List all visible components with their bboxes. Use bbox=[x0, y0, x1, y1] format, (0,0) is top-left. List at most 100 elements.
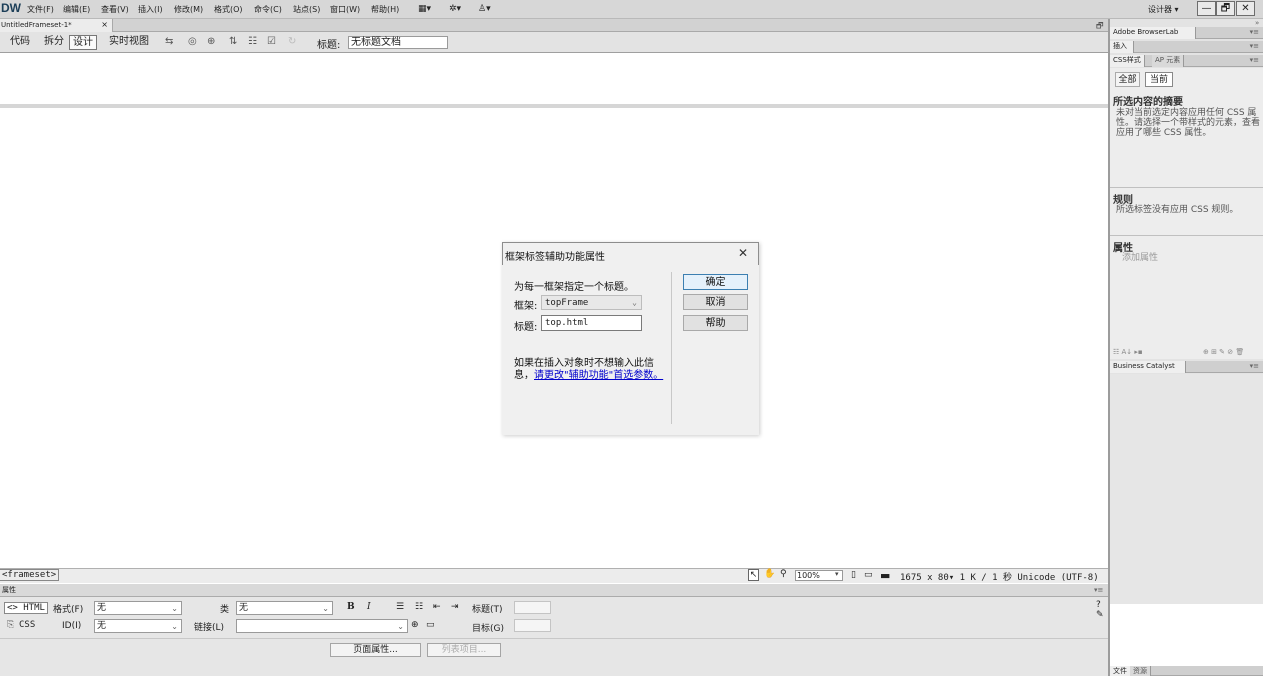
current-button[interactable]: 当前 bbox=[1145, 72, 1173, 87]
properties-panel-header: 属性 bbox=[0, 584, 1108, 597]
document-tab[interactable]: UntitledFrameset-1* × bbox=[0, 19, 113, 32]
help-button[interactable]: 帮助 bbox=[683, 315, 748, 331]
close-window-button[interactable]: ✕ bbox=[1236, 1, 1255, 16]
format-select[interactable]: 无 ⌄ bbox=[94, 601, 182, 615]
multiscreen-icon[interactable]: ◎ bbox=[188, 36, 197, 47]
top-frame[interactable] bbox=[0, 55, 1108, 108]
assets-tab[interactable]: 资源 bbox=[1130, 666, 1151, 676]
browse-folder-icon[interactable]: ▭ bbox=[426, 620, 435, 630]
split-view-button[interactable]: 拆分 bbox=[41, 35, 67, 50]
title-field[interactable] bbox=[514, 601, 551, 614]
hand-tool-icon[interactable]: ✋ bbox=[764, 569, 775, 579]
dialog-separator bbox=[671, 272, 672, 424]
desktop-size-icon[interactable]: ▬ bbox=[880, 569, 890, 582]
inspect-icon[interactable]: ⇆ bbox=[165, 36, 173, 47]
zoom-dropdown-icon[interactable]: ▾ bbox=[835, 570, 839, 578]
mobile-size-icon[interactable]: ▯ bbox=[851, 570, 856, 580]
restore-button[interactable]: 🗗 bbox=[1216, 1, 1235, 16]
frame-title-input[interactable]: top.html bbox=[541, 315, 642, 331]
layout-icon[interactable]: ▦▾ bbox=[418, 4, 431, 14]
file-management-icon[interactable]: ⇅ bbox=[229, 36, 237, 47]
insert-tab[interactable]: 插入 bbox=[1110, 41, 1134, 53]
dialog-close-button[interactable]: ✕ bbox=[738, 246, 748, 260]
menu-view[interactable]: 查看(V) bbox=[101, 4, 129, 15]
document-title-input[interactable]: 无标题文档 bbox=[348, 36, 448, 49]
menu-site[interactable]: 站点(S) bbox=[293, 4, 320, 15]
business-catalyst-tab[interactable]: Business Catalyst bbox=[1110, 361, 1186, 373]
dialog-instruction: 为每一框架指定一个标题。 bbox=[514, 282, 634, 293]
tablet-size-icon[interactable]: ▭ bbox=[864, 570, 873, 580]
close-tab-icon[interactable]: × bbox=[101, 19, 108, 31]
unordered-list-icon[interactable]: ☰ bbox=[396, 602, 404, 612]
list-item-button[interactable]: 列表项目... bbox=[427, 643, 501, 657]
menu-edit[interactable]: 编辑(E) bbox=[63, 4, 90, 15]
workspace-switcher[interactable]: 设计器 ▾ bbox=[1148, 4, 1179, 15]
italic-button[interactable]: I bbox=[367, 602, 371, 612]
quick-tag-editor-icon[interactable]: ✎ bbox=[1096, 610, 1104, 620]
menu-window[interactable]: 窗口(W) bbox=[330, 4, 360, 15]
refresh-icon[interactable]: ↻ bbox=[288, 36, 296, 47]
menu-file[interactable]: 文件(F) bbox=[27, 4, 54, 15]
accessibility-preferences-link[interactable]: 请更改"辅助功能"首选参数。 bbox=[534, 370, 663, 381]
menu-help[interactable]: 帮助(H) bbox=[371, 4, 399, 15]
preview-icon[interactable]: ⊕ bbox=[207, 36, 215, 47]
browserlab-panel-header[interactable]: Adobe BrowserLab ▾≡ bbox=[1110, 27, 1263, 39]
select-tool-icon[interactable]: ↖ bbox=[748, 569, 759, 581]
menu-insert[interactable]: 插入(I) bbox=[138, 4, 163, 15]
zoom-tool-icon[interactable]: ⚲ bbox=[780, 569, 787, 579]
dialog-note: 如果在插入对象时不想输入此信息，请更改"辅助功能"首选参数。 bbox=[514, 358, 664, 382]
minimize-button[interactable]: — bbox=[1197, 1, 1216, 16]
panel-menu-icon[interactable]: ▾≡ bbox=[1250, 27, 1259, 38]
help-icon[interactable]: ? bbox=[1096, 600, 1101, 610]
files-tab[interactable]: 文件 bbox=[1110, 666, 1131, 676]
check-browser-icon[interactable]: ☑ bbox=[267, 36, 276, 47]
tag-selector[interactable]: <frameset> bbox=[0, 569, 60, 581]
extend-icon[interactable]: ✲▾ bbox=[449, 4, 461, 14]
panel-menu-icon[interactable]: ▾≡ bbox=[1250, 41, 1259, 52]
business-catalyst-header[interactable]: Business Catalyst ▾≡ bbox=[1110, 361, 1263, 373]
cancel-button[interactable]: 取消 bbox=[683, 294, 748, 310]
panel-divider bbox=[1110, 187, 1263, 188]
ordered-list-icon[interactable]: ☷ bbox=[415, 602, 423, 612]
files-panel-header[interactable]: 文件 资源 bbox=[1110, 666, 1263, 676]
menu-modify[interactable]: 修改(M) bbox=[174, 4, 203, 15]
attach-style-icon[interactable]: ⊕ ⊞ ✎ ⊘ 🗑 bbox=[1203, 348, 1244, 356]
menu-format[interactable]: 格式(O) bbox=[214, 4, 243, 15]
menu-commands[interactable]: 命令(C) bbox=[254, 4, 282, 15]
site-icon[interactable]: ♙▾ bbox=[478, 4, 491, 14]
target-field[interactable] bbox=[514, 619, 551, 632]
browserlab-tab[interactable]: Adobe BrowserLab bbox=[1110, 27, 1196, 39]
frame-select[interactable]: topFrame ⌄ bbox=[541, 295, 642, 310]
css-panel-header[interactable]: CSS样式 AP 元素 ▾≡ bbox=[1110, 55, 1263, 67]
visual-aids-icon[interactable]: ☷ bbox=[248, 36, 257, 47]
css-mode-button[interactable]: CSS bbox=[19, 620, 35, 630]
css-styles-tab[interactable]: CSS样式 bbox=[1110, 55, 1145, 67]
panel-menu-icon[interactable]: ▾≡ bbox=[1094, 586, 1103, 594]
bold-button[interactable]: B bbox=[347, 602, 355, 612]
link-input[interactable]: ⌄ bbox=[236, 619, 408, 633]
insert-panel-header[interactable]: 插入 ▾≡ bbox=[1110, 41, 1263, 53]
show-category-icon[interactable]: ☷ A↓ ▸▪ bbox=[1113, 348, 1143, 356]
panel-menu-icon[interactable]: ▾≡ bbox=[1250, 55, 1259, 66]
code-view-button[interactable]: 代码 bbox=[7, 35, 33, 50]
class-select[interactable]: 无 ⌄ bbox=[236, 601, 333, 615]
frame-title-label: 标题: bbox=[514, 322, 538, 333]
point-to-file-icon[interactable]: ⊕ bbox=[411, 620, 419, 630]
window-size-info[interactable]: 1675 x 80▾ 1 K / 1 秒 Unicode (UTF-8) bbox=[900, 570, 1099, 583]
ap-elements-tab[interactable]: AP 元素 bbox=[1152, 55, 1185, 67]
collapse-panels-icon[interactable]: » bbox=[1255, 19, 1259, 27]
design-view-button[interactable]: 设计 bbox=[69, 35, 97, 50]
add-property-link[interactable]: 添加属性 bbox=[1122, 253, 1158, 263]
panel-menu-icon[interactable]: ▾≡ bbox=[1250, 361, 1259, 372]
all-button[interactable]: 全部 bbox=[1115, 72, 1140, 87]
ok-button[interactable]: 确定 bbox=[683, 274, 748, 290]
page-properties-button[interactable]: 页面属性... bbox=[330, 643, 421, 657]
live-view-button[interactable]: 实时视图 bbox=[106, 35, 152, 50]
id-select[interactable]: 无 ⌄ bbox=[94, 619, 182, 633]
html-mode-button[interactable]: <> HTML bbox=[4, 602, 48, 614]
rules-text: 所选标签没有应用 CSS 规则。 bbox=[1116, 205, 1239, 215]
outdent-icon[interactable]: ⇤ bbox=[433, 602, 441, 612]
class-value: 无 bbox=[239, 603, 249, 613]
zoom-value: 100% bbox=[797, 571, 820, 580]
indent-icon[interactable]: ⇥ bbox=[451, 602, 459, 612]
